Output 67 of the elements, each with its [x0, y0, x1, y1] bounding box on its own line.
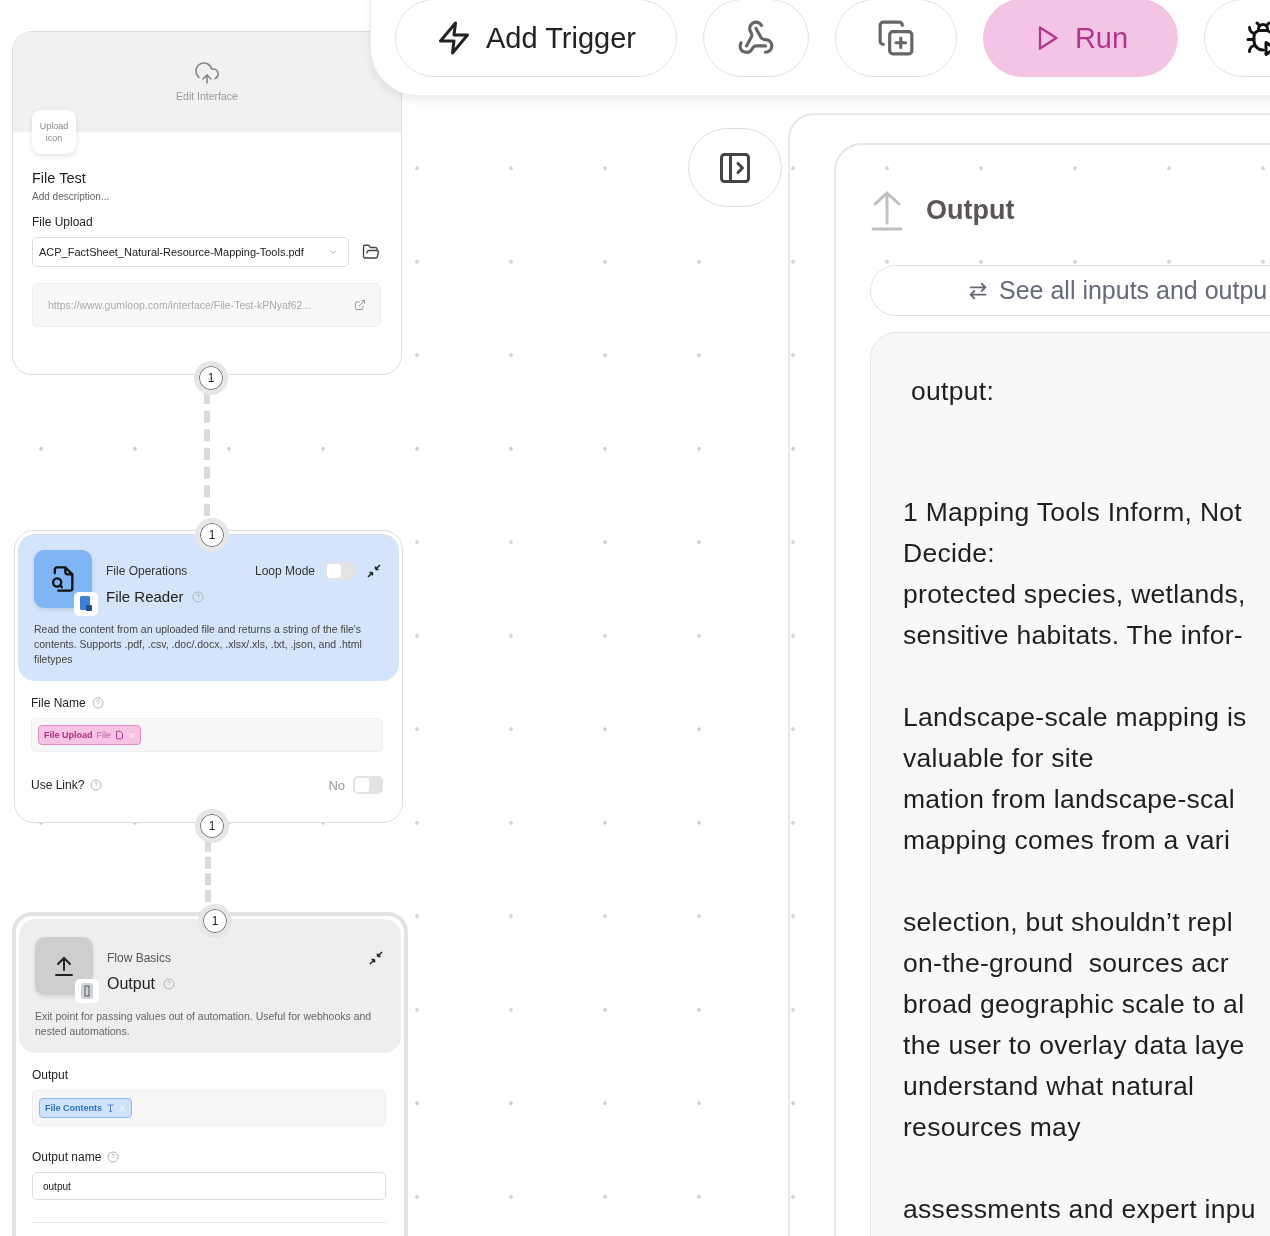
remove-icon	[119, 1104, 126, 1112]
field-label: Use Link?	[31, 778, 85, 792]
file-name-field[interactable]: File Upload File	[31, 718, 383, 752]
output-name-field[interactable]: output	[32, 1172, 386, 1200]
folder-icon[interactable]	[361, 243, 381, 261]
output-text-line: valuable for site	[903, 742, 1095, 775]
connection-handle[interactable]: 1	[198, 904, 232, 938]
field-label: File Name	[31, 696, 86, 710]
node-category: File Operations	[106, 564, 188, 578]
external-link-icon	[354, 299, 366, 311]
node-title: File Reader	[106, 588, 184, 605]
node-title: Output	[107, 975, 156, 993]
output-text-line: Landscape-scale mapping is	[903, 701, 1248, 734]
cloud-upload-icon[interactable]	[194, 62, 220, 86]
node-category: Flow Basics	[107, 951, 171, 965]
output-text-line: Decide:	[903, 537, 996, 570]
code-file-icon	[81, 983, 93, 999]
remove-icon	[128, 731, 136, 739]
description-placeholder[interactable]: Add description...	[32, 191, 381, 202]
output-text-line: resources may	[903, 1111, 1082, 1144]
field-label: Output name	[32, 1150, 102, 1164]
output-text-line: broad geographic scale to al	[903, 988, 1246, 1021]
connection-handle[interactable]: 1	[195, 518, 229, 552]
loop-mode-label: Loop Mode	[254, 564, 315, 578]
node-description: Exit point for passing values out of automation. Useful for webhooks and nested automations.	[35, 1009, 373, 1039]
output-text-line: on-the-ground sources acr	[903, 947, 1230, 980]
node-description: Read the content from an uploaded file and returns a string of the file's contents. Supports .pdf, .csv, .doc/.docx, .xlsx/.xls, .txt, .json, and .html filetypes	[34, 622, 363, 667]
variable-chip[interactable]: File Upload File	[38, 725, 142, 745]
collapse-icon[interactable]	[367, 949, 385, 967]
help-icon[interactable]	[163, 978, 176, 990]
output-field[interactable]: File Contents	[32, 1090, 386, 1126]
output-text-line: 1 Mapping Tools Inform, Not	[903, 496, 1244, 529]
document-icon	[79, 596, 93, 612]
toggle-value: No	[328, 777, 345, 793]
text-type-icon	[106, 1103, 115, 1113]
field-label: File Upload	[32, 215, 94, 229]
output-text-line: sensitive habitats. The infor-	[903, 619, 1244, 652]
trigger-button[interactable]: Add Trigger	[395, 0, 677, 77]
use-link-toggle[interactable]	[353, 776, 383, 794]
file-select[interactable]: ACP_FactSheet_Natural-Resource-Mapping-Tools.pdf	[32, 237, 349, 267]
upload-arrow-icon	[870, 189, 904, 231]
connection-handle[interactable]: 1	[195, 809, 229, 843]
output-text-line: mation from landscape-scal	[903, 783, 1236, 816]
help-icon[interactable]	[91, 697, 104, 709]
output-text-line: assessments and expert inpu	[903, 1193, 1257, 1226]
output-text-line: understand what natural	[903, 1070, 1196, 1103]
panel-title: Output	[926, 194, 1015, 226]
see-all-button[interactable]: See all inputs and outpu	[870, 265, 1270, 316]
output-text-line: the user to overlay data laye	[903, 1029, 1246, 1062]
connection-handle[interactable]: 1	[194, 361, 228, 395]
output-text-line: selection, but shouldn’t repl	[903, 906, 1234, 939]
loop-mode-toggle[interactable]	[325, 562, 355, 580]
output-text-line: mapping comes from a vari	[903, 824, 1232, 857]
file-search-icon	[49, 565, 77, 593]
collapse-icon[interactable]	[365, 562, 383, 580]
webhook-icon	[737, 19, 775, 57]
result-label: output:	[911, 375, 996, 408]
help-icon[interactable]	[90, 779, 103, 791]
interface-title: File Test	[32, 170, 87, 186]
upload-icon-placeholder[interactable]: Upload icon	[32, 110, 76, 154]
variable-chip[interactable]: File Contents	[39, 1098, 132, 1118]
file-icon	[115, 730, 125, 740]
duplicate-icon	[877, 19, 915, 57]
output-text-line: protected species, wetlands,	[903, 578, 1247, 611]
help-icon[interactable]	[107, 1151, 120, 1163]
run-button[interactable]: Run	[983, 0, 1178, 77]
field-label: Output	[32, 1068, 69, 1082]
